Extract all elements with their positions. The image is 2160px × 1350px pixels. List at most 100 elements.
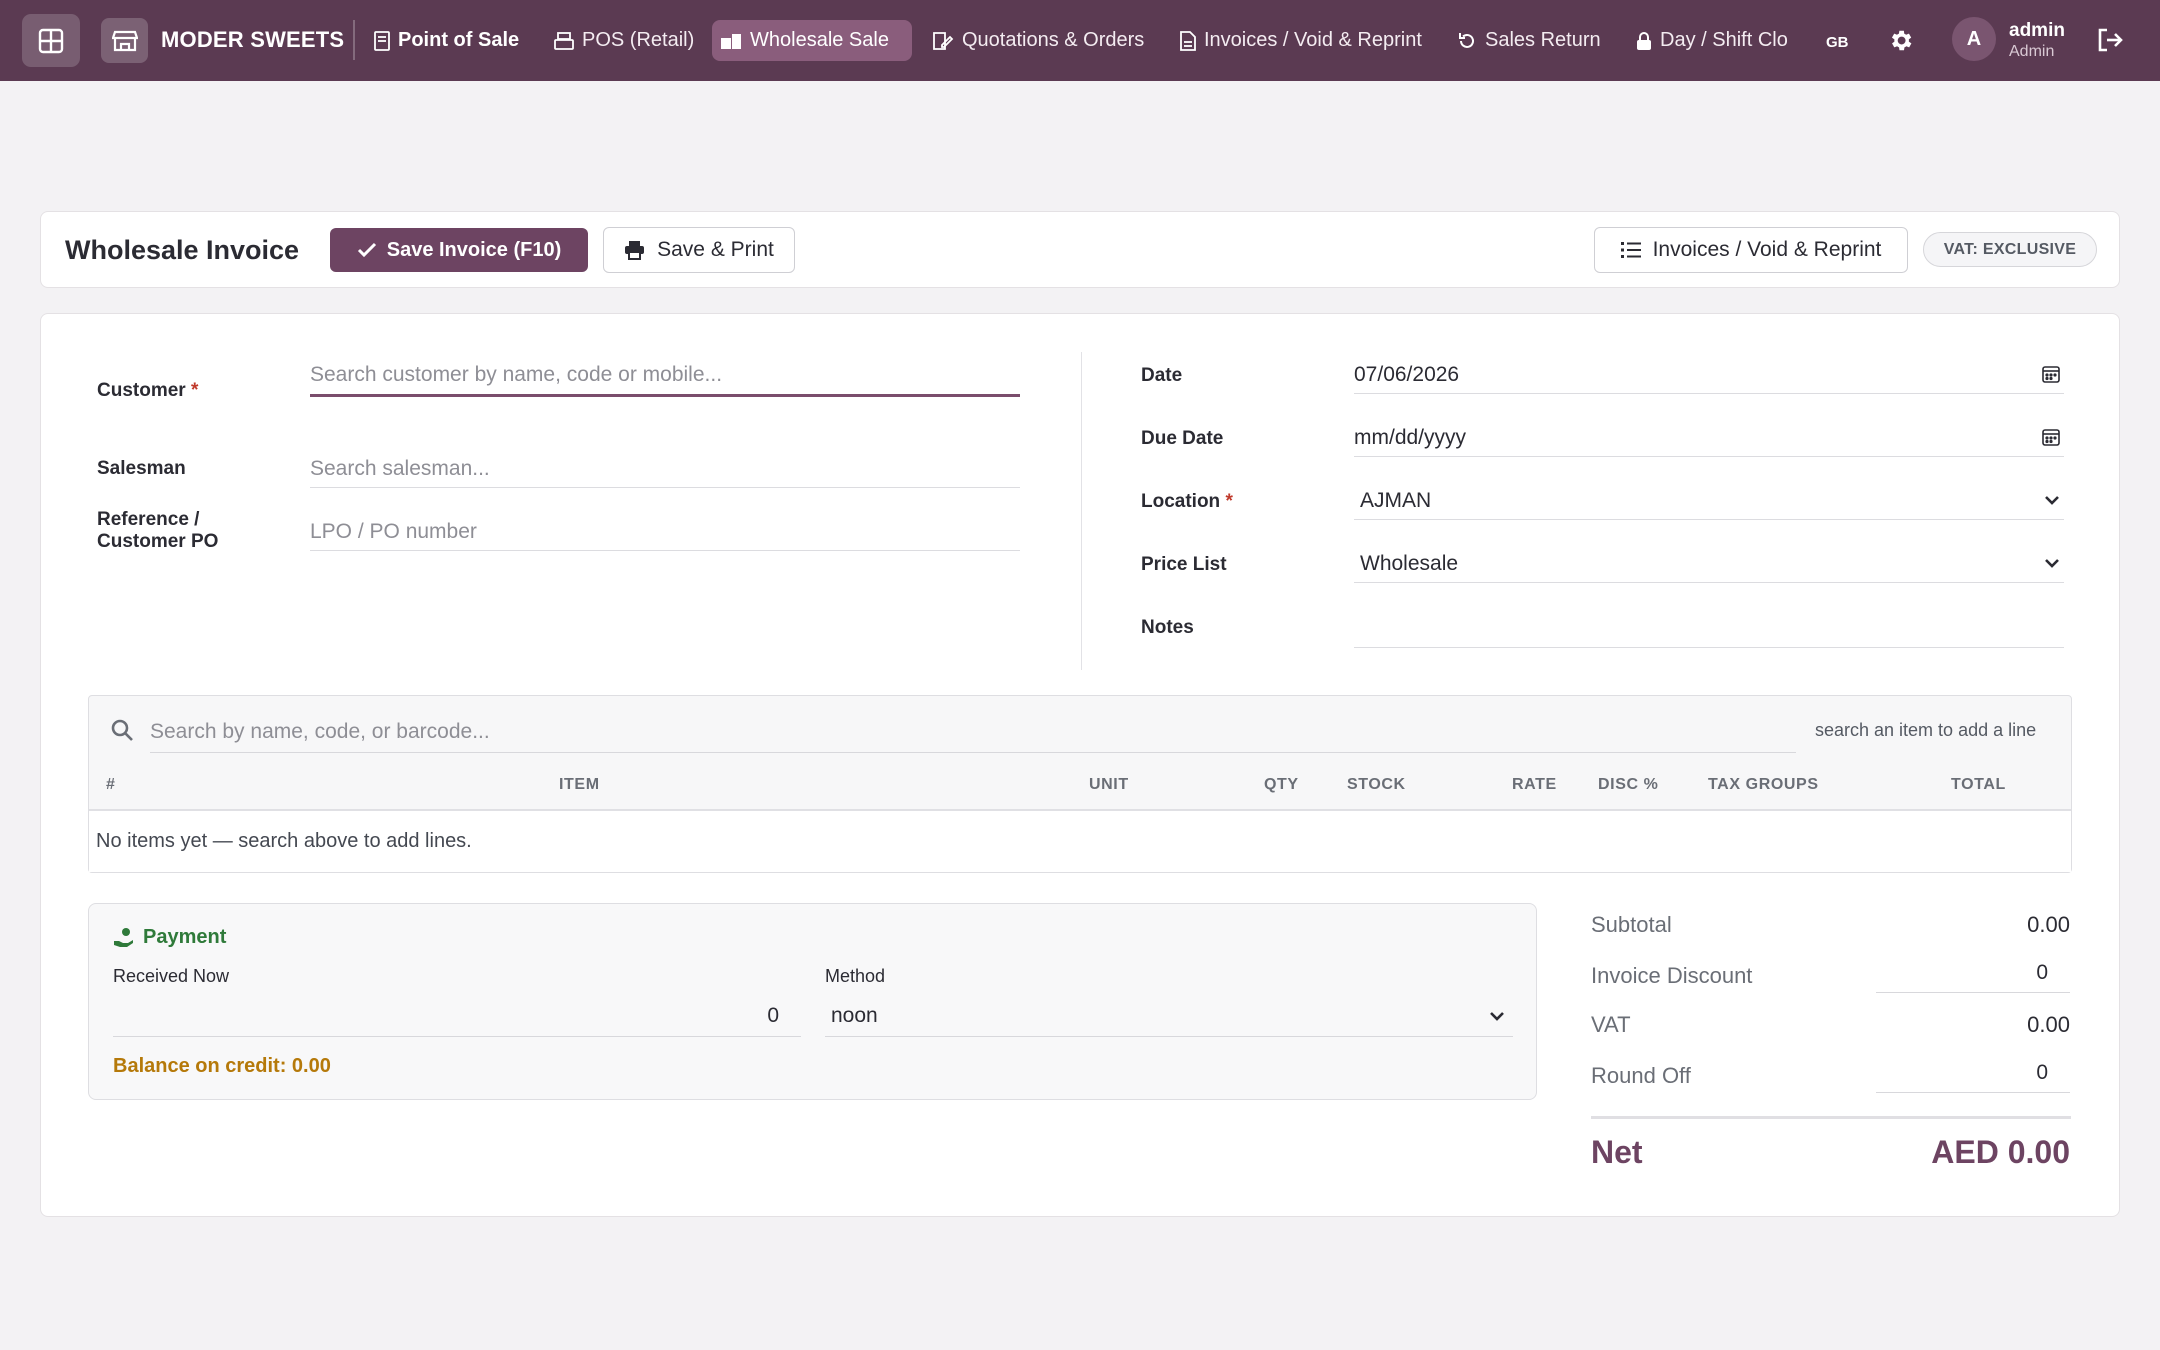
nav-point-of-sale[interactable]: Point of Sale (366, 20, 527, 61)
nav-label: Day / Shift Clo (1660, 29, 1788, 51)
required-mark: * (190, 380, 199, 401)
user-name: admin (2009, 20, 2065, 41)
hand-coin-icon (114, 927, 133, 947)
user-role: Admin (2009, 43, 2055, 60)
column-header-rate: RATE (1512, 776, 1557, 793)
item-search-hint: search an item to add a line (1815, 720, 2037, 740)
settings-button[interactable] (1887, 27, 1914, 59)
reference-input[interactable]: LPO / PO number (310, 513, 1020, 551)
date-input[interactable]: 07/06/2026 (1354, 356, 2064, 394)
nav-day-shift-close[interactable]: Day / Shift Clo (1628, 20, 1796, 61)
round-off-input[interactable]: 0 (1876, 1053, 2070, 1093)
empty-state-text: No items yet — search above to add lines… (96, 830, 472, 852)
invoice-icon (1180, 30, 1196, 51)
language-switch[interactable]: GB (1826, 34, 1849, 51)
location-label: Location * (1141, 491, 1233, 513)
reference-label-line2: Customer PO (97, 531, 219, 552)
date-value: 07/06/2026 (1354, 362, 1460, 386)
vat-mode-badge: VAT: EXCLUSIVE (1923, 232, 2097, 267)
payment-title: Payment (113, 926, 226, 949)
payment-title-text: Payment (143, 926, 227, 948)
save-print-button[interactable]: Save & Print (603, 227, 795, 273)
undo-icon (1459, 32, 1474, 48)
nav-pos-retail[interactable]: POS (Retail) (546, 20, 702, 61)
page-title: Wholesale Invoice (65, 235, 300, 265)
customer-label-text: Customer (97, 380, 186, 401)
nav-label: Sales Return (1485, 29, 1601, 51)
avatar[interactable]: A (1952, 17, 1996, 61)
received-now-label: Received Now (113, 966, 230, 986)
chevron-down-icon (2045, 496, 2059, 505)
column-header-tax-groups: TAX GROUPS (1708, 776, 1819, 793)
location-value: AJMAN (1360, 488, 1432, 512)
column-header-stock: STOCK (1347, 776, 1406, 793)
column-header-qty: QTY (1264, 776, 1299, 793)
notes-label: Notes (1141, 617, 1194, 638)
gear-icon (1891, 30, 1912, 51)
save-invoice-button[interactable]: Save Invoice (F10) (330, 228, 588, 272)
nav-label: Point of Sale (398, 29, 520, 51)
invoices-void-reprint-button[interactable]: Invoices / Void & Reprint (1594, 227, 1908, 273)
nav-label: Wholesale Sale (750, 29, 889, 51)
nav-divider (353, 20, 355, 60)
logout-button[interactable] (2096, 27, 2124, 58)
lock-icon (1637, 31, 1651, 50)
store-icon (101, 18, 148, 63)
required-mark: * (1225, 491, 1233, 512)
net-total: AED 0.00 (1931, 1134, 2070, 1170)
payment-method-select[interactable]: noon (825, 996, 1513, 1037)
column-header-unit: UNIT (1089, 776, 1129, 793)
logout-icon (2098, 28, 2123, 52)
net-label: Net (1591, 1134, 1643, 1170)
cash-register-icon (554, 31, 574, 50)
invoice-discount-label: Invoice Discount (1591, 963, 1753, 988)
salesman-search-input[interactable]: Search salesman... (310, 450, 1020, 488)
calendar-icon[interactable] (2042, 428, 2060, 446)
nav-invoices-void-reprint[interactable]: Invoices / Void & Reprint (1172, 20, 1430, 61)
payment-method-value: noon (831, 1004, 878, 1027)
column-header-item: ITEM (559, 776, 600, 793)
grid-icon (38, 28, 64, 53)
received-now-input[interactable]: 0 (113, 996, 801, 1037)
due-date-placeholder: mm/dd/yyyy (1354, 425, 1467, 449)
list-icon (1620, 242, 1641, 258)
price-list-select[interactable]: Wholesale (1354, 545, 2064, 583)
apps-menu-button[interactable] (22, 14, 80, 67)
save-invoice-label: Save Invoice (F10) (386, 238, 562, 261)
column-header-index: # (106, 776, 116, 793)
nav-wholesale-sale[interactable]: Wholesale Sale (712, 20, 912, 61)
customer-search-input[interactable]: Search customer by name, code or mobile.… (310, 355, 1020, 397)
warehouse-icon (721, 33, 741, 49)
chevron-down-icon (1490, 1012, 1504, 1021)
method-label: Method (825, 966, 886, 986)
check-icon (357, 242, 376, 258)
form-divider (1081, 352, 1082, 670)
net-divider (1591, 1116, 2071, 1119)
printer-icon (625, 241, 645, 260)
nav-sales-return[interactable]: Sales Return (1449, 20, 1609, 61)
item-search-input[interactable]: Search by name, code, or barcode... (150, 711, 1796, 753)
column-header-disc: DISC % (1598, 776, 1659, 793)
nav-label: Quotations & Orders (962, 29, 1145, 51)
invoice-discount-input[interactable]: 0 (1876, 953, 2070, 993)
salesman-label: Salesman (97, 458, 186, 479)
due-date-label: Due Date (1141, 428, 1224, 449)
receipt-icon (374, 30, 390, 51)
calendar-icon[interactable] (2042, 365, 2060, 383)
top-navbar: MODER SWEETS Point of Sale POS (Retail) … (0, 0, 2160, 81)
file-edit-icon (933, 31, 954, 50)
notes-input[interactable] (1354, 610, 2064, 648)
price-list-value: Wholesale (1360, 551, 1459, 575)
nav-quotations-orders[interactable]: Quotations & Orders (924, 20, 1152, 61)
location-select[interactable]: AJMAN (1354, 482, 2064, 520)
save-print-label: Save & Print (657, 238, 774, 261)
brand-name: MODER SWEETS (161, 27, 345, 52)
round-off-label: Round Off (1591, 1063, 1691, 1088)
balance-on-credit: Balance on credit: 0.00 (113, 1055, 331, 1077)
nav-label: POS (Retail) (582, 29, 695, 51)
location-label-text: Location (1141, 491, 1221, 512)
reference-label-line1: Reference / (97, 509, 200, 530)
due-date-input[interactable]: mm/dd/yyyy (1354, 419, 2064, 457)
search-icon (111, 719, 133, 741)
column-header-total: TOTAL (1951, 776, 2006, 793)
